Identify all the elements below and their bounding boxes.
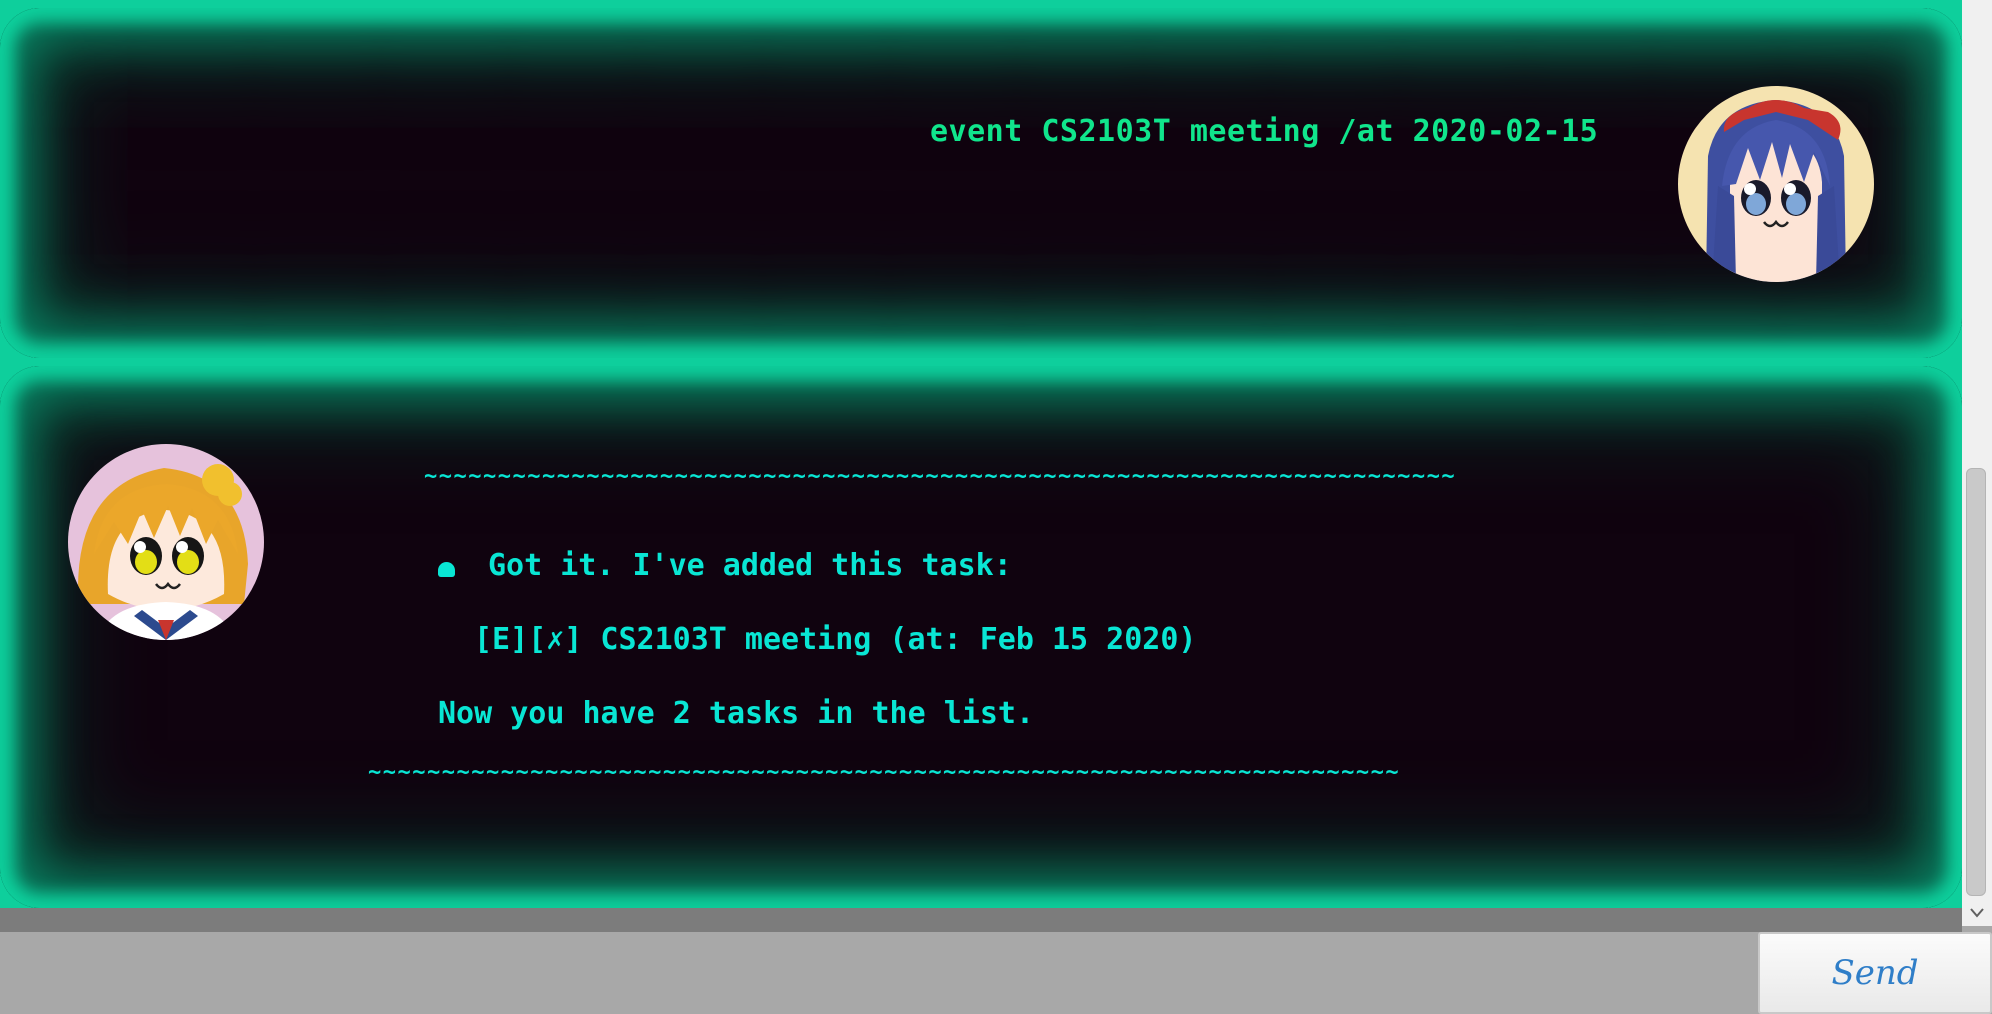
bot-message-text-2: [E][✗] CS2103T meeting (at: Feb 15 2020) — [474, 622, 1197, 657]
chat-window: event CS2103T meeting /at 2020-02-15 ~~~… — [0, 0, 1992, 1014]
user-dialog-box: event CS2103T meeting /at 2020-02-15 — [0, 8, 1962, 358]
input-divider-strip — [0, 908, 1962, 932]
user-avatar — [1678, 86, 1874, 282]
bot-avatar — [68, 444, 264, 640]
vertical-scrollbar[interactable] — [1962, 0, 1992, 926]
message-input[interactable] — [0, 932, 1758, 1014]
chat-scroll-area[interactable]: event CS2103T meeting /at 2020-02-15 ~~~… — [0, 0, 1962, 908]
user-message-text: event CS2103T meeting /at 2020-02-15 — [930, 114, 1599, 149]
bot-message-text-3: Now you have 2 tasks in the list. — [438, 696, 1035, 731]
scroll-down-arrow-icon[interactable] — [1967, 904, 1987, 922]
bot-dialog-box: ~~~~~~~~~~~~~~~~~~~~~~~~~~~~~~~~~~~~~~~~… — [0, 366, 1962, 908]
send-button[interactable]: Send — [1758, 932, 1992, 1014]
bullet-icon — [438, 562, 455, 577]
divider-bottom: ~~~~~~~~~~~~~~~~~~~~~~~~~~~~~~~~~~~~~~~~… — [368, 760, 1401, 785]
bot-message-text-1: Got it. I've added this task: — [488, 548, 1012, 583]
divider-top: ~~~~~~~~~~~~~~~~~~~~~~~~~~~~~~~~~~~~~~~~… — [424, 464, 1457, 489]
orange-hair-girl-avatar-icon — [68, 444, 264, 640]
scrollbar-thumb[interactable] — [1966, 468, 1986, 896]
blue-hair-girl-avatar-icon — [1678, 86, 1874, 282]
